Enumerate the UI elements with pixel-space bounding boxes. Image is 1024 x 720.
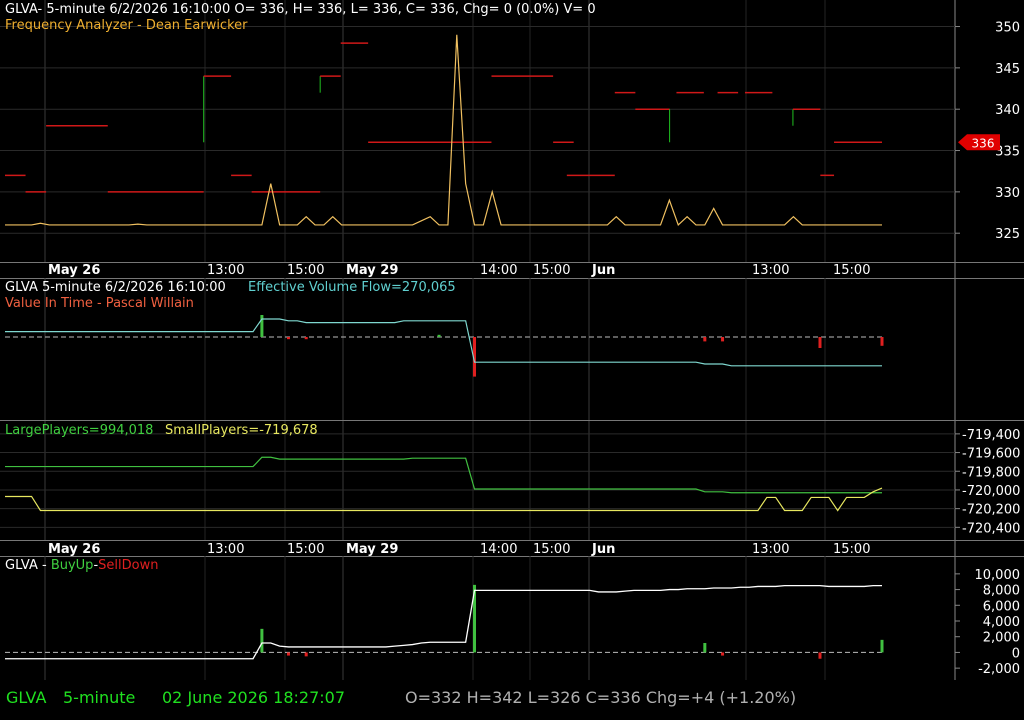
players-tick-label: -719,400 <box>962 428 1020 443</box>
buyup-tick-label: 6,000 <box>983 599 1020 614</box>
time-axis-label: 15:00 <box>833 263 870 278</box>
volume-bar <box>437 334 441 337</box>
buyup-bar <box>880 639 884 653</box>
buyup-bar <box>818 652 822 659</box>
buyup-tick-label: 4,000 <box>983 615 1020 630</box>
time-axis-label: Jun <box>591 542 615 557</box>
volume-header: GLVA 5-minute 6/2/2026 16:10:00 <box>5 280 226 295</box>
price-tick-label: 340 <box>995 103 1020 118</box>
price-indicator-label: Frequency Analyzer - Dean Earwicker <box>5 18 248 33</box>
large-players-line <box>5 456 882 494</box>
volume-bar <box>286 337 290 340</box>
buyup-tick-label: 0 <box>1012 646 1020 661</box>
players-tick-label: -720,200 <box>962 503 1020 518</box>
value-in-time-label: Value In Time - Pascal Willain <box>5 296 194 311</box>
players-tick-label: -720,000 <box>962 484 1020 499</box>
small-players-label: SmallPlayers=-719,678 <box>165 423 318 438</box>
volume-bar <box>880 337 884 346</box>
players-tick-label: -720,400 <box>962 521 1020 536</box>
effective-volume-flow-label: Effective Volume Flow=270,065 <box>248 280 456 295</box>
large-players-label: LargePlayers=994,018 <box>5 423 154 438</box>
buyup-label: BuyUp <box>50 558 94 573</box>
effective-volume-flow-line <box>5 318 882 367</box>
time-axis-label: 13:00 <box>752 263 789 278</box>
time-axis-label: 15:00 <box>287 263 324 278</box>
price-line <box>5 34 882 226</box>
volume-bar <box>260 315 264 337</box>
buyup-tick-label: 8,000 <box>983 584 1020 599</box>
buyup-bar <box>304 652 308 657</box>
price-tick-label: 350 <box>995 21 1020 36</box>
time-axis-label: 13:00 <box>752 542 789 557</box>
chart-canvas: May 26 13:00 15:00 May 29 14:00 15:00 Jun 13:00… <box>0 0 1024 680</box>
buyup-line <box>5 584 882 660</box>
time-axis-label: 14:00 <box>480 542 517 557</box>
selldown-label: SellDown <box>98 558 159 573</box>
buyup-bar <box>286 652 290 656</box>
buyup-tick-label: 2,000 <box>983 631 1020 646</box>
time-axis-label: 15:00 <box>833 542 870 557</box>
buyup-bar <box>721 652 725 656</box>
buyup-bar <box>260 628 264 653</box>
players-tick-label: -719,600 <box>962 447 1020 462</box>
volume-bar <box>304 337 308 340</box>
buyup-tick-label: 10,000 <box>975 568 1021 583</box>
price-tick-label: 325 <box>995 227 1020 242</box>
buyup-bar <box>703 643 707 653</box>
status-datetime: 02 June 2026 18:27:07 <box>162 688 346 707</box>
buyup-prefix: GLVA - <box>5 558 51 573</box>
status-symbol: GLVA <box>6 688 47 707</box>
time-axis-label: 15:00 <box>533 542 570 557</box>
last-price-badge-label: 336 <box>972 136 995 150</box>
time-axis-label: May 29 <box>346 263 398 278</box>
small-players-line <box>5 487 883 512</box>
status-bar: GLVA 5-minute 02 June 2026 18:27:07 O=33… <box>0 680 1024 720</box>
time-axis-label: 15:00 <box>533 263 570 278</box>
status-ohlc: O=332 H=342 L=326 C=336 Chg=+4 (+1.20%) <box>405 688 797 707</box>
buyup-header: GLVA - BuyUp-SellDown <box>5 559 158 572</box>
players-tick-label: -719,800 <box>962 465 1020 480</box>
time-axis-label: May 26 <box>48 263 100 278</box>
time-axis-label: May 29 <box>346 542 398 557</box>
time-axis-label: Jun <box>591 263 615 278</box>
time-axis-label: 14:00 <box>480 263 517 278</box>
time-axis-label: 13:00 <box>207 263 244 278</box>
buyup-tick-label: -2,000 <box>978 662 1020 677</box>
status-interval: 5-minute <box>63 688 136 707</box>
volume-bar <box>818 337 822 348</box>
price-tick-label: 345 <box>995 62 1020 77</box>
price-header: GLVA- 5-minute 6/2/2026 16:10:00 O= 336,… <box>5 2 596 17</box>
time-axis-label: May 26 <box>48 542 100 557</box>
volume-bar <box>703 337 707 342</box>
time-axis-label: 15:00 <box>287 542 324 557</box>
volume-bar <box>721 337 725 342</box>
time-axis-label: 13:00 <box>207 542 244 557</box>
price-tick-label: 330 <box>995 186 1020 201</box>
